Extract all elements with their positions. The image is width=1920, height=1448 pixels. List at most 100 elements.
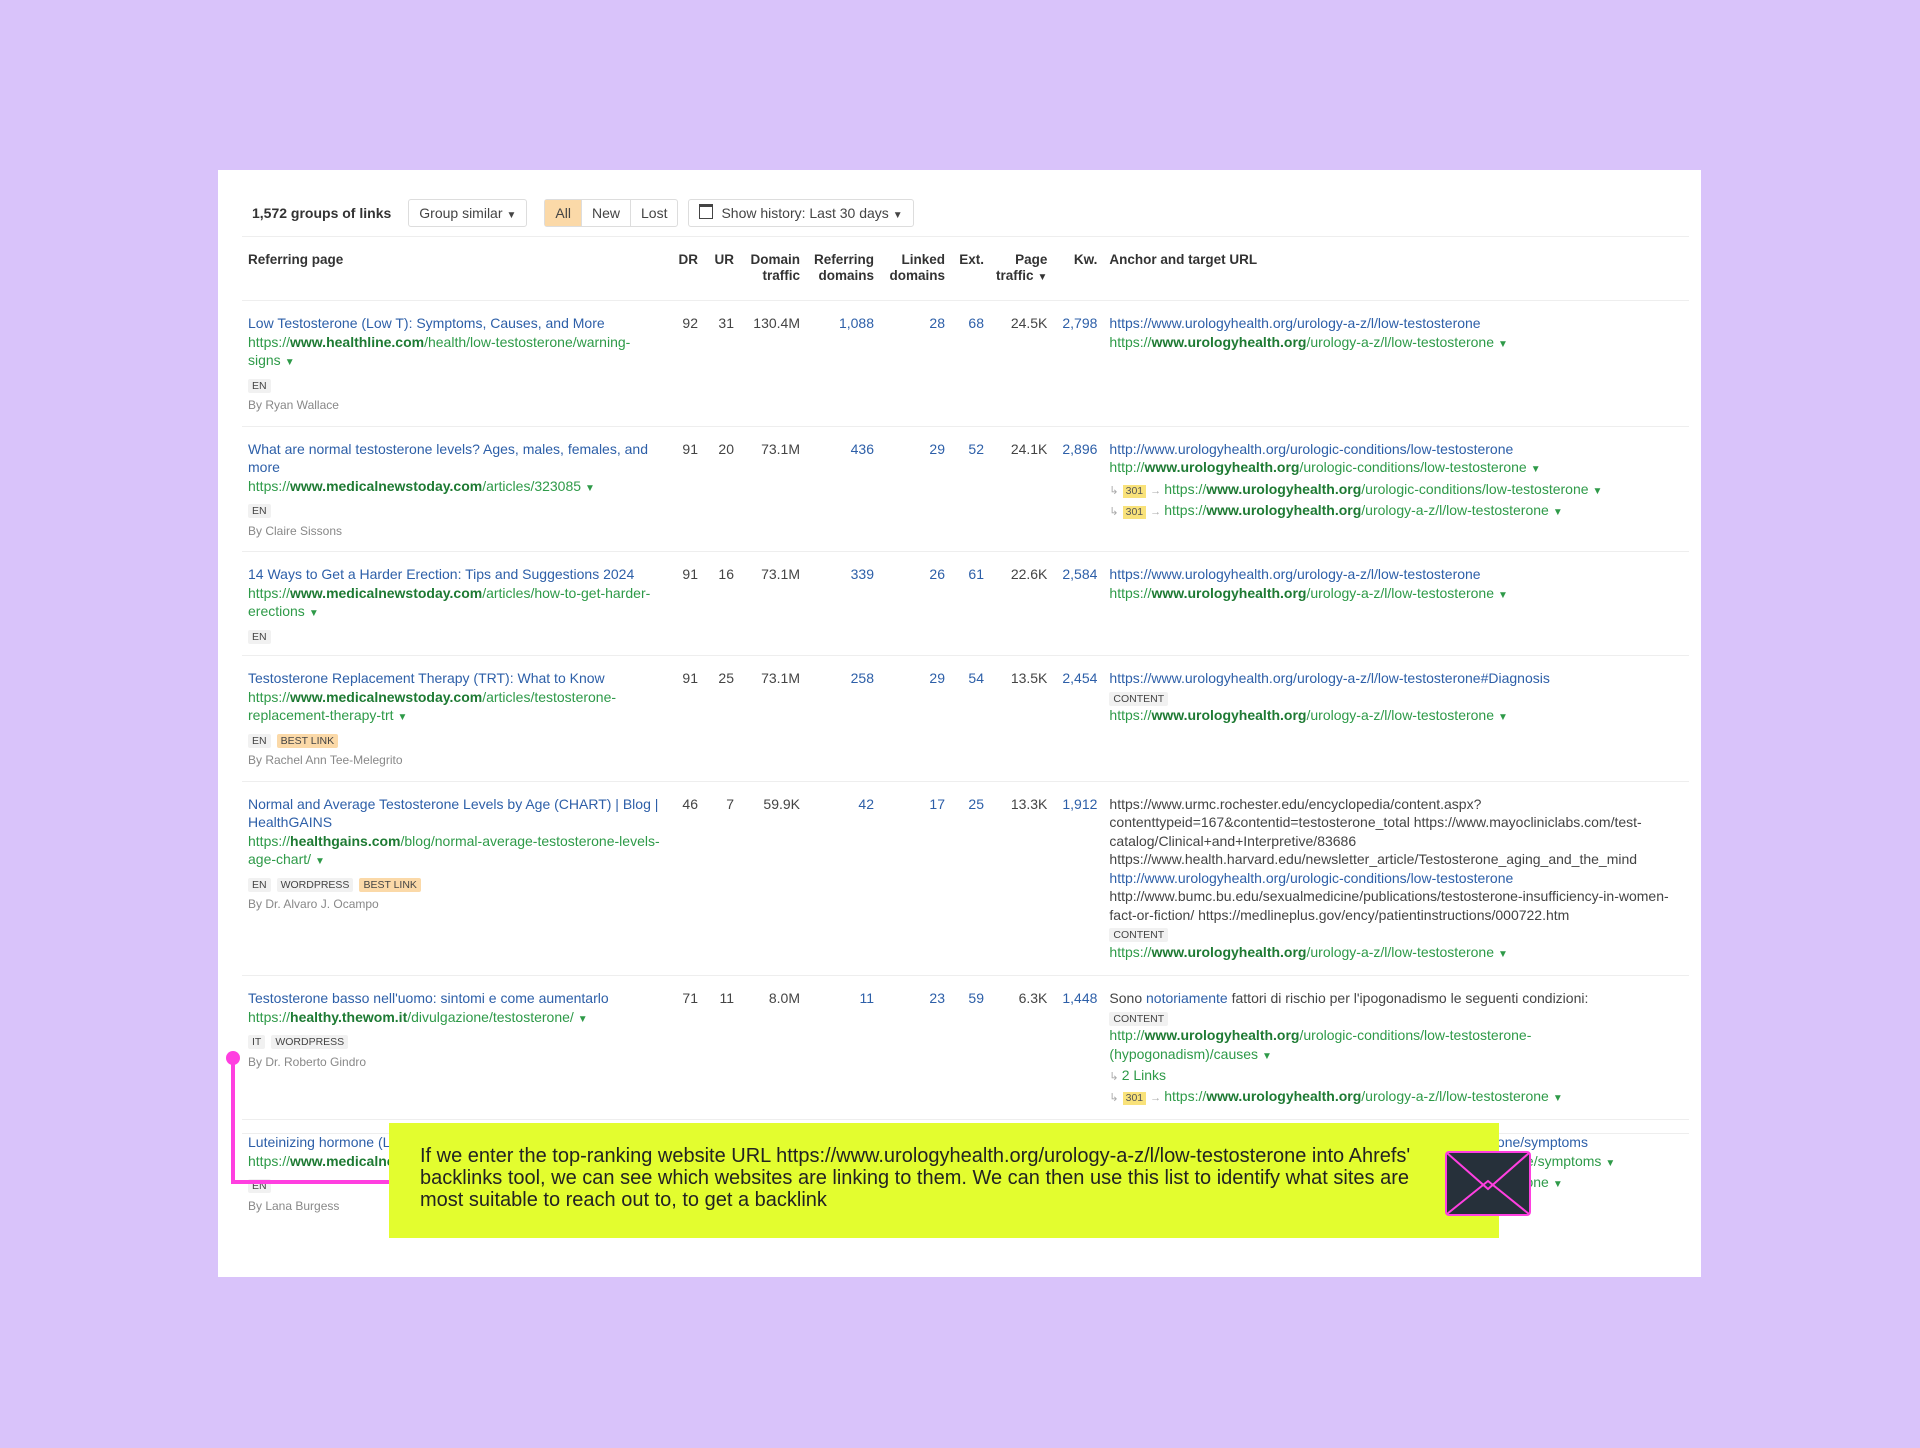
kw-cell[interactable]: 2,798 [1053, 300, 1104, 426]
target-url-domain: www.urologyhealth.org [1151, 584, 1307, 601]
col-ur[interactable]: UR [704, 242, 740, 301]
referring-page-title[interactable]: Testosterone basso nell'uomo: sintomi e … [248, 989, 663, 1008]
target-url[interactable]: http://www.urologyhealth.org/urologic-co… [1109, 459, 1540, 475]
target-url-domain: www.urologyhealth.org [1144, 459, 1300, 475]
chevron-down-icon[interactable]: ▼ [1498, 339, 1508, 350]
referring-page-url-line: https://healthgains.com/blog/normal-aver… [248, 832, 663, 872]
target-url[interactable]: https://www.urologyhealth.org/urology-a-… [1109, 707, 1508, 723]
linked-domains-cell[interactable]: 23 [880, 975, 951, 1120]
linked-domains-cell[interactable]: 28 [880, 300, 951, 426]
anchor-target-cell: http://www.urologyhealth.org/urologic-co… [1103, 425, 1689, 552]
chevron-down-icon[interactable]: ▼ [1553, 1179, 1563, 1190]
redirect-url[interactable]: https://www.urologyhealth.org/urologic-c… [1164, 481, 1602, 497]
page-traffic-cell: 24.1K [990, 425, 1054, 552]
linked-domains-cell[interactable]: 26 [880, 551, 951, 656]
ref-domains-cell[interactable]: 42 [806, 780, 880, 976]
tag-badge: EN [248, 733, 271, 748]
chevron-down-icon[interactable]: ▼ [285, 357, 295, 368]
target-url[interactable]: https://www.urologyhealth.org/urology-a-… [1109, 334, 1508, 350]
chevron-down-icon[interactable]: ▼ [1498, 590, 1508, 601]
referring-page-title[interactable]: What are normal testosterone levels? Age… [248, 440, 663, 477]
filter-lost[interactable]: Lost [630, 200, 677, 226]
anchor-link[interactable]: https://www.urologyhealth.org/urology-a-… [1109, 670, 1549, 686]
redirect-url[interactable]: https://www.urologyhealth.org/urology-a-… [1164, 502, 1563, 518]
anchor-link[interactable]: http://www.urologyhealth.org/urologic-co… [1109, 441, 1513, 457]
chevron-down-icon[interactable]: ▼ [1605, 1158, 1615, 1169]
referring-page-title[interactable]: Testosterone Replacement Therapy (TRT): … [248, 669, 663, 688]
ext-cell[interactable]: 52 [951, 425, 990, 552]
referring-page-url-domain: healthgains.com [290, 832, 401, 849]
chevron-down-icon[interactable]: ▼ [1498, 949, 1508, 960]
linked-domains-cell[interactable]: 29 [880, 425, 951, 552]
referring-page-title[interactable]: Low Testosterone (Low T): Symptoms, Caus… [248, 314, 663, 333]
anchor-link[interactable]: http://www.urologyhealth.org/urologic-co… [1109, 870, 1513, 886]
target-url[interactable]: https://www.urologyhealth.org/urology-a-… [1109, 585, 1508, 601]
col-dr[interactable]: DR [669, 242, 704, 301]
anchor-line: ↳301→ https://www.urologyhealth.org/urol… [1109, 501, 1683, 523]
chevron-down-icon[interactable]: ▼ [1531, 464, 1541, 475]
ext-cell[interactable]: 25 [951, 780, 990, 976]
referring-page-url-domain: www.healthline.com [290, 333, 425, 350]
ext-cell[interactable]: 59 [951, 975, 990, 1120]
col-referring-domains[interactable]: Referring domains [806, 242, 880, 301]
page-traffic-cell: 24.5K [990, 300, 1054, 426]
filter-all[interactable]: All [545, 200, 581, 226]
referring-page-url[interactable]: https://www.medicalnewstoday.com/article… [248, 478, 595, 494]
chevron-down-icon[interactable]: ▼ [315, 856, 325, 867]
col-ext[interactable]: Ext. [951, 242, 990, 301]
linked-domains-cell[interactable]: 29 [880, 655, 951, 781]
redirect-url-domain: www.urologyhealth.org [1206, 502, 1362, 518]
linked-domains-cell[interactable]: 17 [880, 780, 951, 976]
chevron-down-icon[interactable]: ▼ [585, 483, 595, 494]
chevron-down-icon[interactable]: ▼ [1498, 712, 1508, 723]
show-history-label: Show history: Last 30 days [721, 205, 889, 221]
chevron-down-icon[interactable]: ▼ [578, 1014, 588, 1025]
ref-domains-cell[interactable]: 436 [806, 425, 880, 552]
ref-domains-cell[interactable]: 11 [806, 975, 880, 1120]
show-history-dropdown[interactable]: Show history: Last 30 days ▼ [688, 199, 914, 227]
col-domain-traffic[interactable]: Domain traffic [740, 242, 806, 301]
anchor-link[interactable]: https://www.urologyhealth.org/urology-a-… [1109, 566, 1480, 582]
ext-cell[interactable]: 68 [951, 300, 990, 426]
group-similar-dropdown[interactable]: Group similar ▼ [408, 199, 528, 227]
col-kw[interactable]: Kw. [1053, 242, 1103, 301]
domain-traffic-cell: 73.1M [740, 425, 806, 552]
kw-cell[interactable]: 1,912 [1053, 780, 1104, 976]
links-count[interactable]: 2 Links [1122, 1067, 1166, 1083]
target-url-scheme: https:// [1109, 584, 1152, 601]
kw-cell[interactable]: 2,584 [1053, 551, 1104, 656]
kw-cell[interactable]: 2,454 [1053, 655, 1104, 781]
target-url[interactable]: http://www.urologyhealth.org/urologic-co… [1109, 1027, 1531, 1062]
filter-new[interactable]: New [580, 200, 630, 226]
referring-page-title[interactable]: 14 Ways to Get a Harder Erection: Tips a… [248, 565, 663, 584]
ref-domains-cell[interactable]: 339 [806, 551, 880, 656]
group-similar-label: Group similar [419, 205, 503, 221]
redirect-url[interactable]: https://www.urologyhealth.org/urology-a-… [1164, 1088, 1563, 1104]
col-anchor-target[interactable]: Anchor and target URL [1103, 242, 1689, 301]
anchor-link[interactable]: https://www.urologyhealth.org/urology-a-… [1109, 315, 1480, 331]
chevron-down-icon[interactable]: ▼ [1262, 1051, 1272, 1062]
referring-page-url[interactable]: https://www.healthline.com/health/low-te… [248, 334, 630, 369]
kw-cell[interactable]: 1,448 [1053, 975, 1104, 1120]
chevron-down-icon[interactable]: ▼ [1553, 1093, 1563, 1104]
ref-domains-cell[interactable]: 258 [806, 655, 880, 781]
chevron-down-icon[interactable]: ▼ [1593, 486, 1603, 497]
col-referring-page[interactable]: Referring page [242, 242, 669, 301]
referring-page-url[interactable]: https://healthy.thewom.it/divulgazione/t… [248, 1009, 588, 1025]
referring-page-url[interactable]: https://www.medicalnewstoday.com/article… [248, 585, 650, 620]
ref-domains-cell[interactable]: 1,088 [806, 300, 880, 426]
kw-cell[interactable]: 2,896 [1053, 425, 1104, 552]
referring-page-url-domain: www.medicalnewstoday.com [290, 477, 483, 494]
referring-page-url[interactable]: https://www.medicalnewstoday.com/article… [248, 689, 616, 724]
chevron-down-icon[interactable]: ▼ [309, 608, 319, 619]
ext-cell[interactable]: 61 [951, 551, 990, 656]
anchor-link[interactable]: notoriamente [1146, 990, 1228, 1006]
referring-page-url[interactable]: https://healthgains.com/blog/normal-aver… [248, 833, 660, 868]
chevron-down-icon[interactable]: ▼ [398, 712, 408, 723]
target-url[interactable]: https://www.urologyhealth.org/urology-a-… [1109, 944, 1508, 960]
referring-page-title[interactable]: Normal and Average Testosterone Levels b… [248, 795, 663, 832]
col-page-traffic[interactable]: Page traffic ▼ [990, 242, 1053, 301]
chevron-down-icon[interactable]: ▼ [1553, 507, 1563, 518]
ext-cell[interactable]: 54 [951, 655, 990, 781]
col-linked-domains[interactable]: Linked domains [880, 242, 951, 301]
